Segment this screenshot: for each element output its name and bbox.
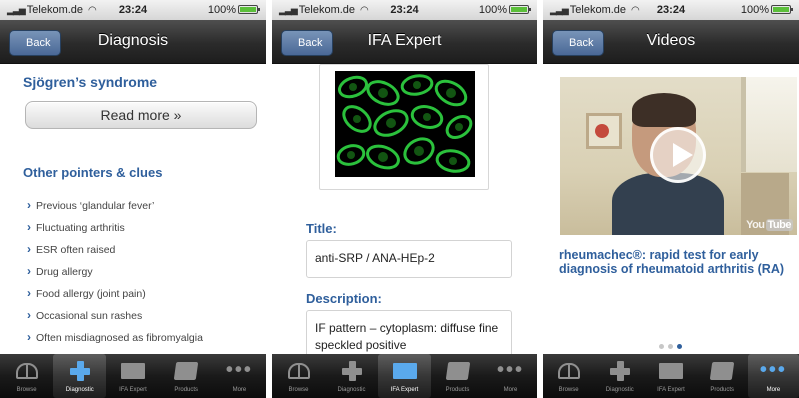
- tab-bar: Browse Diagnostic IFA Expert Products ••…: [0, 354, 266, 398]
- back-button[interactable]: Back: [281, 30, 334, 56]
- tab-products[interactable]: Products: [160, 354, 213, 398]
- battery-icon: [771, 5, 793, 14]
- tab-ifa-expert[interactable]: IFA Expert: [378, 354, 431, 398]
- diagnosis-content[interactable]: Sjögren’s syndrome Read more » Other poi…: [0, 64, 266, 354]
- navigation-bar: Back IFA Expert: [272, 20, 537, 64]
- book-icon: [557, 363, 580, 379]
- videos-screen: ▂▃▅ Telekom.de ◠ 23:24 100% Back Videos Yo…: [543, 0, 799, 398]
- tab-browse[interactable]: Browse: [272, 354, 325, 398]
- list-item: Drug allergy: [27, 264, 203, 286]
- envelope-icon: [121, 363, 145, 379]
- ifa-image-frame[interactable]: [319, 64, 489, 190]
- fluorescence-image: [335, 71, 475, 177]
- book-icon: [287, 363, 310, 379]
- condition-heading: Sjögren’s syndrome: [23, 74, 158, 90]
- page-indicator[interactable]: [659, 344, 682, 349]
- back-button[interactable]: Back: [552, 30, 605, 56]
- tab-more[interactable]: ••• More: [747, 354, 799, 398]
- list-item: Previous ‘glandular fever’: [27, 198, 203, 220]
- more-icon: •••: [496, 359, 524, 381]
- list-item: Food allergy (joint pain): [27, 286, 203, 308]
- list-item: Occasional sun rashes: [27, 308, 203, 330]
- tab-diagnostic[interactable]: Diagnostic: [325, 354, 378, 398]
- box-icon: [173, 362, 199, 380]
- battery-percent: 100%: [740, 4, 769, 16]
- tab-ifa-expert[interactable]: IFA Expert: [645, 354, 696, 398]
- battery-icon: [238, 5, 260, 14]
- tab-bar: Browse Diagnostic IFA Expert Products ••…: [543, 354, 799, 398]
- page-dot: [659, 344, 664, 349]
- tab-ifa-expert[interactable]: IFA Expert: [106, 354, 159, 398]
- tab-products[interactable]: Products: [697, 354, 748, 398]
- list-item: ESR often raised: [27, 242, 203, 264]
- box-icon: [709, 362, 735, 380]
- videos-content[interactable]: You Tube rheumachec®: rapid test for earl…: [543, 64, 799, 354]
- video-thumbnail[interactable]: You Tube: [560, 77, 797, 235]
- list-item: Fluctuating arthritis: [27, 220, 203, 242]
- tab-more[interactable]: ••• More: [213, 354, 266, 398]
- cross-icon: [69, 360, 91, 382]
- tab-diagnostic[interactable]: Diagnostic: [53, 354, 107, 398]
- window-background: [741, 77, 797, 172]
- back-button[interactable]: Back: [9, 30, 62, 56]
- title-value-field: anti-SRP / ANA-HEp-2: [306, 240, 512, 278]
- youtube-logo: You Tube: [746, 219, 793, 231]
- envelope-icon: [659, 363, 683, 379]
- book-icon: [15, 363, 38, 379]
- video-title[interactable]: rheumachec®: rapid test for early diagno…: [559, 248, 793, 276]
- status-bar: ▂▃▅ Telekom.de ◠ 23:24 100%: [272, 0, 537, 20]
- tab-browse[interactable]: Browse: [543, 354, 594, 398]
- description-value-field: IF pattern – cytoplasm: diffuse fine spe…: [306, 310, 512, 354]
- navigation-bar: Back Videos: [543, 20, 799, 64]
- tab-diagnostic[interactable]: Diagnostic: [594, 354, 645, 398]
- description-label: Description:: [306, 291, 382, 306]
- wall-picture: [586, 113, 622, 149]
- diagnosis-screen: ▂▃▅ Telekom.de ◠ 23:24 100% Back Diagnosis…: [0, 0, 266, 398]
- envelope-icon: [392, 363, 417, 379]
- battery-percent: 100%: [207, 4, 236, 16]
- ifa-content[interactable]: Title: anti-SRP / ANA-HEp-2 Description:…: [272, 64, 537, 354]
- navigation-bar: Back Diagnosis: [0, 20, 266, 64]
- tab-bar: Browse Diagnostic IFA Expert Products ••…: [272, 354, 537, 398]
- box-icon: [445, 362, 470, 380]
- more-icon: •••: [225, 359, 253, 381]
- tab-products[interactable]: Products: [431, 354, 484, 398]
- tab-browse[interactable]: Browse: [0, 354, 53, 398]
- ifa-expert-screen: ▂▃▅ Telekom.de ◠ 23:24 100% Back IFA Exper…: [272, 0, 537, 398]
- battery-percent: 100%: [478, 4, 507, 16]
- list-item: Often misdiagnosed as fibromyalgia: [27, 330, 203, 352]
- cross-icon: [609, 360, 631, 382]
- battery-icon: [509, 5, 531, 14]
- tab-more[interactable]: ••• More: [484, 354, 537, 398]
- clues-list: Previous ‘glandular fever’ Fluctuating a…: [27, 198, 203, 352]
- pointers-heading: Other pointers & clues: [23, 165, 163, 180]
- play-icon[interactable]: [650, 127, 706, 183]
- status-bar: ▂▃▅ Telekom.de ◠ 23:24 100%: [0, 0, 266, 20]
- cross-icon: [341, 360, 363, 382]
- status-bar: ▂▃▅ Telekom.de ◠ 23:24 100%: [543, 0, 799, 20]
- read-more-button[interactable]: Read more »: [25, 101, 257, 129]
- page-dot-active: [677, 344, 682, 349]
- title-label: Title:: [306, 221, 337, 236]
- more-icon: •••: [759, 359, 787, 381]
- page-dot: [668, 344, 673, 349]
